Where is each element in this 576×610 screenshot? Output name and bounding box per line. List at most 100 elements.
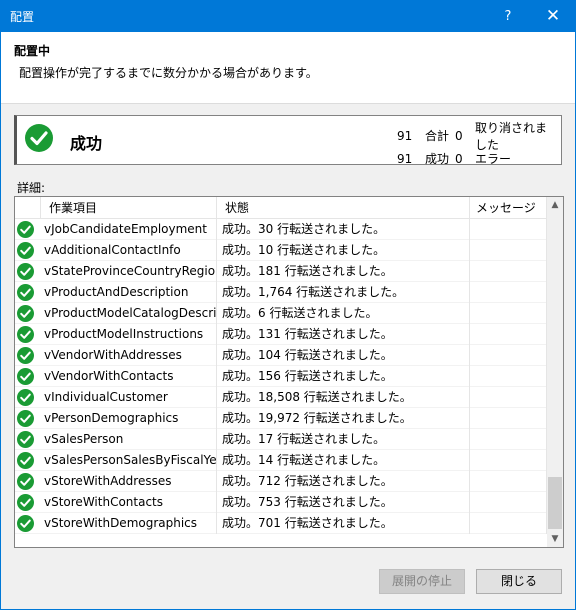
table-row[interactable]: vProductModelCatalogDescri... 成功。6 行転送されま…	[15, 303, 547, 324]
status-cell: 成功。10 行転送されました。	[217, 240, 470, 261]
status-summary-panel: 成功 91 合計 0 取り消されました 91 成功 0 エラー	[14, 115, 562, 166]
status-cell: 成功。30 行転送されました。	[217, 219, 470, 240]
task-name-cell: vStoreWithDemographics	[41, 513, 217, 534]
row-status-cell	[15, 219, 41, 240]
task-name-cell: vVendorWithContacts	[41, 366, 217, 387]
task-name-cell: vPersonDemographics	[41, 408, 217, 429]
message-cell	[470, 282, 547, 303]
message-cell	[470, 366, 547, 387]
status-cell: 成功。18,508 行転送されました。	[217, 387, 470, 408]
error-count: 0	[455, 151, 463, 166]
task-name-cell: vProductModelInstructions	[41, 324, 217, 345]
status-cell: 成功。701 行転送されました。	[217, 513, 470, 534]
status-cell: 成功。712 行転送されました。	[217, 471, 470, 492]
success-check-icon	[17, 494, 34, 511]
row-status-cell	[15, 429, 41, 450]
status-cell: 成功。19,972 行転送されました。	[217, 408, 470, 429]
status-cell: 成功。181 行転送されました。	[217, 261, 470, 282]
close-button[interactable]: 閉じる	[476, 569, 562, 594]
task-name-cell: vStoreWithContacts	[41, 492, 217, 513]
message-cell	[470, 324, 547, 345]
success-check-icon	[17, 305, 34, 322]
task-name-cell: vProductModelCatalogDescri...	[41, 303, 217, 324]
status-cell: 成功。156 行転送されました。	[217, 366, 470, 387]
total-count: 91	[397, 128, 413, 143]
row-status-cell	[15, 324, 41, 345]
task-name-cell: vIndividualCustomer	[41, 387, 217, 408]
message-cell	[470, 513, 547, 534]
table-row[interactable]: vStateProvinceCountryRegion 成功。181 行転送されま…	[15, 261, 547, 282]
row-status-cell	[15, 366, 41, 387]
column-header-task[interactable]: 作業項目	[41, 197, 217, 219]
message-cell	[470, 492, 547, 513]
task-name-cell: vSalesPerson	[41, 429, 217, 450]
column-header-status[interactable]: 状態	[217, 197, 470, 219]
status-cell: 成功。104 行転送されました。	[217, 345, 470, 366]
error-label: エラー	[475, 152, 512, 166]
success-check-icon	[17, 347, 34, 364]
row-status-cell	[15, 261, 41, 282]
row-status-cell	[15, 471, 41, 492]
task-name-cell: vStoreWithAddresses	[41, 471, 217, 492]
title-bar[interactable]: 配置 ? ✕	[1, 1, 575, 32]
scroll-down-icon[interactable]: ▼	[547, 531, 563, 547]
success-check-icon	[17, 326, 34, 343]
header-icon-column[interactable]	[15, 197, 41, 219]
table-row[interactable]: vVendorWithAddresses 成功。104 行転送されました。	[15, 345, 547, 366]
success-check-icon	[17, 515, 34, 532]
status-cell: 成功。753 行転送されました。	[217, 492, 470, 513]
message-cell	[470, 387, 547, 408]
message-cell	[470, 408, 547, 429]
scroll-thumb[interactable]	[548, 477, 562, 529]
scroll-up-icon[interactable]: ▲	[547, 197, 563, 213]
message-cell	[470, 261, 547, 282]
row-status-cell	[15, 240, 41, 261]
table-row[interactable]: vSalesPerson 成功。17 行転送されました。	[15, 429, 547, 450]
row-status-cell	[15, 345, 41, 366]
message-cell	[470, 240, 547, 261]
total-label: 合計	[425, 129, 450, 143]
deploy-dialog: 配置 ? ✕ 配置中 配置操作が完了するまでに数分かかる場合があります。 成功 …	[0, 0, 576, 610]
stop-deploy-button[interactable]: 展開の停止	[379, 569, 465, 594]
success-label: 成功	[425, 152, 450, 166]
success-count: 91	[397, 151, 413, 166]
table-row[interactable]: vPersonDemographics 成功。19,972 行転送されました。	[15, 408, 547, 429]
success-check-icon	[25, 124, 53, 152]
table-row[interactable]: vVendorWithContacts 成功。156 行転送されました。	[15, 366, 547, 387]
column-header-message[interactable]: メッセージ	[470, 197, 547, 219]
table-row[interactable]: vProductModelInstructions 成功。131 行転送されました…	[15, 324, 547, 345]
task-name-cell: vStateProvinceCountryRegion	[41, 261, 217, 282]
table-row[interactable]: vAdditionalContactInfo 成功。10 行転送されました。	[15, 240, 547, 261]
row-status-cell	[15, 492, 41, 513]
status-cell: 成功。131 行転送されました。	[217, 324, 470, 345]
status-cell: 成功。6 行転送されました。	[217, 303, 470, 324]
help-button[interactable]: ?	[489, 1, 527, 32]
header-title: 配置中	[14, 44, 51, 58]
table-row[interactable]: vIndividualCustomer 成功。18,508 行転送されました。	[15, 387, 547, 408]
vertical-scrollbar[interactable]: ▲ ▼	[547, 197, 563, 547]
table-row[interactable]: vStoreWithContacts 成功。753 行転送されました。	[15, 492, 547, 513]
success-check-icon	[17, 368, 34, 385]
message-cell	[470, 471, 547, 492]
status-cell: 成功。14 行転送されました。	[217, 450, 470, 471]
table-row[interactable]: vSalesPersonSalesByFiscalYears 成功。14 行転送さ…	[15, 450, 547, 471]
table-row[interactable]: vStoreWithDemographics 成功。701 行転送されました。	[15, 513, 547, 534]
details-grid[interactable]: 作業項目 状態 メッセージ vJobCandidateEmployment 成功。…	[14, 196, 564, 548]
message-cell	[470, 429, 547, 450]
success-check-icon	[17, 263, 34, 280]
table-row[interactable]: vStoreWithAddresses 成功。712 行転送されました。	[15, 471, 547, 492]
task-name-cell: vVendorWithAddresses	[41, 345, 217, 366]
dialog-header: 配置中 配置操作が完了するまでに数分かかる場合があります。	[1, 32, 575, 104]
details-label: 詳細:	[17, 181, 46, 195]
task-name-cell: vJobCandidateEmployment	[41, 219, 217, 240]
grid-header: 作業項目 状態 メッセージ	[15, 197, 547, 219]
success-check-icon	[17, 284, 34, 301]
table-row[interactable]: vProductAndDescription 成功。1,764 行転送されました。	[15, 282, 547, 303]
message-cell	[470, 219, 547, 240]
row-status-cell	[15, 450, 41, 471]
row-status-cell	[15, 408, 41, 429]
message-cell	[470, 303, 547, 324]
cancelled-label: 取り消されました	[475, 120, 548, 152]
close-window-button[interactable]: ✕	[531, 1, 575, 32]
table-row[interactable]: vJobCandidateEmployment 成功。30 行転送されました。	[15, 219, 547, 240]
